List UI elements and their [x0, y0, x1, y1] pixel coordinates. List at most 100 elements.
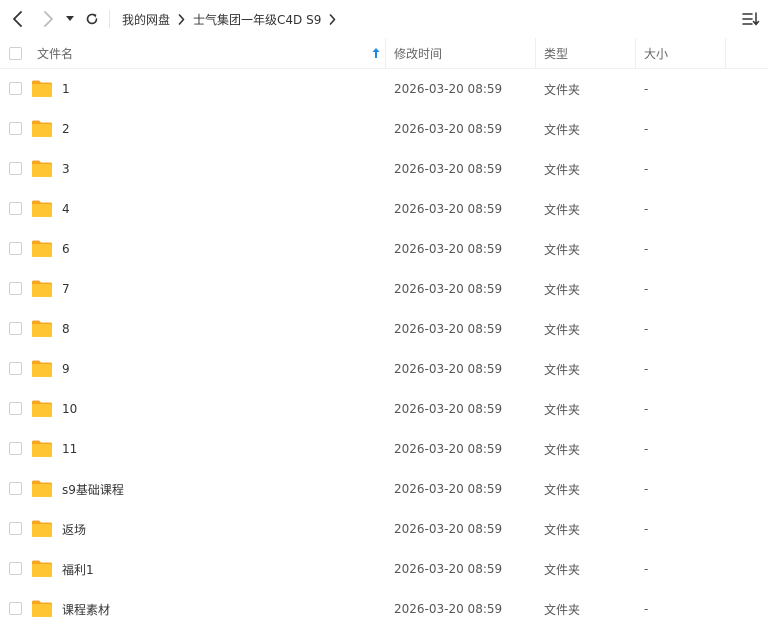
file-mtime: 2026-03-20 08:59: [394, 602, 503, 616]
row-checkbox[interactable]: [9, 562, 22, 575]
breadcrumb-item-current[interactable]: 士气集团一年级C4D S9: [193, 11, 321, 28]
sort-list-icon: [742, 12, 760, 26]
file-type: 文件夹: [544, 82, 581, 97]
refresh-button[interactable]: [82, 9, 102, 29]
column-divider[interactable]: [535, 38, 536, 69]
folder-icon: [32, 520, 52, 537]
chevron-right-icon[interactable]: [329, 13, 336, 25]
folder-icon: [32, 160, 52, 177]
row-checkbox[interactable]: [9, 322, 22, 335]
table-row[interactable]: 返场 2026-03-20 08:59 文件夹 -: [0, 509, 768, 549]
table-row[interactable]: 9 2026-03-20 08:59 文件夹 -: [0, 349, 768, 389]
file-name[interactable]: 课程素材: [62, 589, 110, 626]
column-header-size[interactable]: 大小: [644, 38, 726, 69]
folder-icon: [32, 320, 52, 337]
row-checkbox[interactable]: [9, 442, 22, 455]
file-name[interactable]: 3: [62, 149, 70, 189]
file-name[interactable]: 福利1: [62, 549, 94, 589]
file-name[interactable]: 返场: [62, 509, 86, 549]
file-mtime: 2026-03-20 08:59: [394, 322, 503, 336]
file-type: 文件夹: [544, 242, 581, 257]
file-name[interactable]: 7: [62, 269, 70, 309]
table-row[interactable]: 6 2026-03-20 08:59 文件夹 -: [0, 229, 768, 269]
file-size: -: [644, 122, 649, 136]
file-mtime: 2026-03-20 08:59: [394, 162, 503, 176]
chevron-right-icon: [44, 11, 53, 27]
row-checkbox[interactable]: [9, 522, 22, 535]
table-row[interactable]: 8 2026-03-20 08:59 文件夹 -: [0, 309, 768, 349]
column-divider[interactable]: [725, 38, 726, 69]
file-name[interactable]: 1: [62, 69, 70, 109]
toolbar-divider: [109, 10, 110, 28]
row-checkbox[interactable]: [9, 162, 22, 175]
file-name[interactable]: s9基础课程: [62, 469, 124, 509]
row-checkbox[interactable]: [9, 482, 22, 495]
file-size: -: [644, 522, 649, 536]
file-mtime: 2026-03-20 08:59: [394, 562, 503, 576]
table-row[interactable]: 4 2026-03-20 08:59 文件夹 -: [0, 189, 768, 229]
file-name[interactable]: 4: [62, 189, 70, 229]
row-checkbox[interactable]: [9, 82, 22, 95]
forward-button[interactable]: [38, 9, 58, 29]
column-header-type[interactable]: 类型: [544, 38, 636, 69]
file-type: 文件夹: [544, 122, 581, 137]
table-row[interactable]: 课程素材 2026-03-20 08:59 文件夹 -: [0, 589, 768, 626]
column-header-name[interactable]: 文件名: [37, 38, 385, 69]
file-name[interactable]: 10: [62, 389, 77, 429]
file-mtime: 2026-03-20 08:59: [394, 122, 503, 136]
row-checkbox[interactable]: [9, 202, 22, 215]
arrow-up-icon[interactable]: [371, 47, 381, 59]
table-row[interactable]: s9基础课程 2026-03-20 08:59 文件夹 -: [0, 469, 768, 509]
table-row[interactable]: 福利1 2026-03-20 08:59 文件夹 -: [0, 549, 768, 589]
file-type: 文件夹: [544, 202, 581, 217]
column-divider[interactable]: [635, 38, 636, 69]
table-row[interactable]: 10 2026-03-20 08:59 文件夹 -: [0, 389, 768, 429]
folder-icon: [32, 80, 52, 97]
file-size: -: [644, 242, 649, 256]
file-browser: 我的网盘 士气集团一年级C4D S9 文件名 修改时间 类型 大小 1 2026…: [0, 0, 768, 626]
toolbar: 我的网盘 士气集团一年级C4D S9: [0, 0, 768, 38]
folder-icon: [32, 120, 52, 137]
caret-down-icon: [66, 16, 74, 21]
file-mtime: 2026-03-20 08:59: [394, 402, 503, 416]
table-row[interactable]: 3 2026-03-20 08:59 文件夹 -: [0, 149, 768, 189]
table-row[interactable]: 1 2026-03-20 08:59 文件夹 -: [0, 69, 768, 109]
select-all-checkbox[interactable]: [9, 47, 22, 60]
file-list: 1 2026-03-20 08:59 文件夹 - 2 2026-03-20 08…: [0, 69, 768, 626]
breadcrumb-item-root[interactable]: 我的网盘: [122, 11, 170, 28]
file-type: 文件夹: [544, 282, 581, 297]
file-size: -: [644, 82, 649, 96]
breadcrumb: 我的网盘 士气集团一年级C4D S9: [122, 9, 336, 29]
row-checkbox[interactable]: [9, 402, 22, 415]
table-row[interactable]: 11 2026-03-20 08:59 文件夹 -: [0, 429, 768, 469]
file-name[interactable]: 8: [62, 309, 70, 349]
back-button[interactable]: [8, 9, 28, 29]
column-header-mtime[interactable]: 修改时间: [394, 38, 535, 69]
file-name[interactable]: 6: [62, 229, 70, 269]
file-mtime: 2026-03-20 08:59: [394, 522, 503, 536]
file-size: -: [644, 482, 649, 496]
file-size: -: [644, 562, 649, 576]
row-checkbox[interactable]: [9, 282, 22, 295]
file-type: 文件夹: [544, 322, 581, 337]
row-checkbox[interactable]: [9, 122, 22, 135]
history-dropdown-button[interactable]: [62, 9, 78, 29]
file-type: 文件夹: [544, 562, 581, 577]
file-name[interactable]: 11: [62, 429, 77, 469]
table-row[interactable]: 2 2026-03-20 08:59 文件夹 -: [0, 109, 768, 149]
sort-menu-button[interactable]: [742, 10, 760, 28]
folder-icon: [32, 400, 52, 417]
file-size: -: [644, 402, 649, 416]
row-checkbox[interactable]: [9, 602, 22, 615]
chevron-left-icon: [13, 11, 22, 27]
file-size: -: [644, 162, 649, 176]
file-name[interactable]: 2: [62, 109, 70, 149]
row-checkbox[interactable]: [9, 362, 22, 375]
table-row[interactable]: 7 2026-03-20 08:59 文件夹 -: [0, 269, 768, 309]
file-mtime: 2026-03-20 08:59: [394, 202, 503, 216]
file-size: -: [644, 362, 649, 376]
file-type: 文件夹: [544, 482, 581, 497]
column-divider[interactable]: [385, 38, 386, 69]
row-checkbox[interactable]: [9, 242, 22, 255]
file-name[interactable]: 9: [62, 349, 70, 389]
